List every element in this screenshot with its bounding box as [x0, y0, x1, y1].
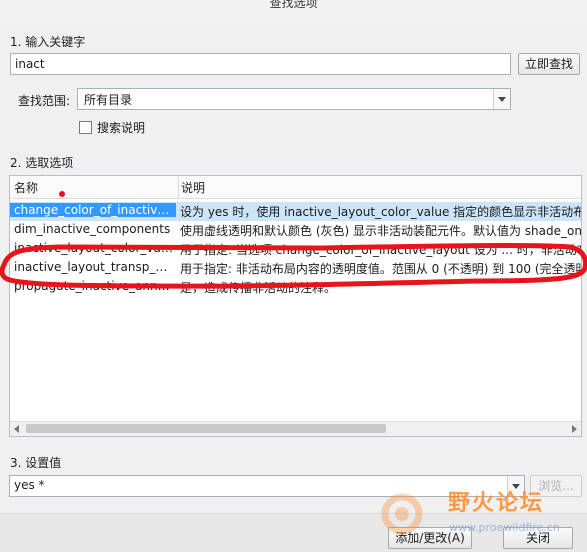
watermark-url: www.proewildfire.cn [449, 521, 560, 534]
watermark-text: 野火论坛 [448, 491, 545, 516]
setting-value: yes * [14, 478, 45, 492]
scope-label: 查找范围: [18, 94, 71, 108]
step1-label: 1. 输入关键字 [10, 35, 86, 49]
scroll-right-icon[interactable] [572, 425, 577, 433]
window-title: 查找选项 [269, 0, 318, 10]
scope-dropdown[interactable]: 所有目录 [77, 88, 511, 110]
scrollbar-thumb[interactable] [26, 424, 386, 433]
scope-value: 所有目录 [84, 93, 133, 107]
red-annotation-mark [0, 191, 587, 289]
search-desc-checkbox[interactable] [79, 121, 92, 134]
search-desc-label: 搜索说明 [97, 121, 146, 135]
chevron-down-icon[interactable] [493, 89, 510, 109]
watermark-logo [381, 493, 423, 535]
keyword-input[interactable]: inact [10, 53, 511, 75]
step3-label: 3. 设置值 [10, 456, 62, 470]
horizontal-scrollbar[interactable] [10, 421, 581, 436]
scroll-left-icon[interactable] [14, 425, 19, 433]
search-now-button[interactable]: 立即查找 [518, 53, 580, 75]
window-titlebar: 查找选项 [0, 0, 587, 22]
